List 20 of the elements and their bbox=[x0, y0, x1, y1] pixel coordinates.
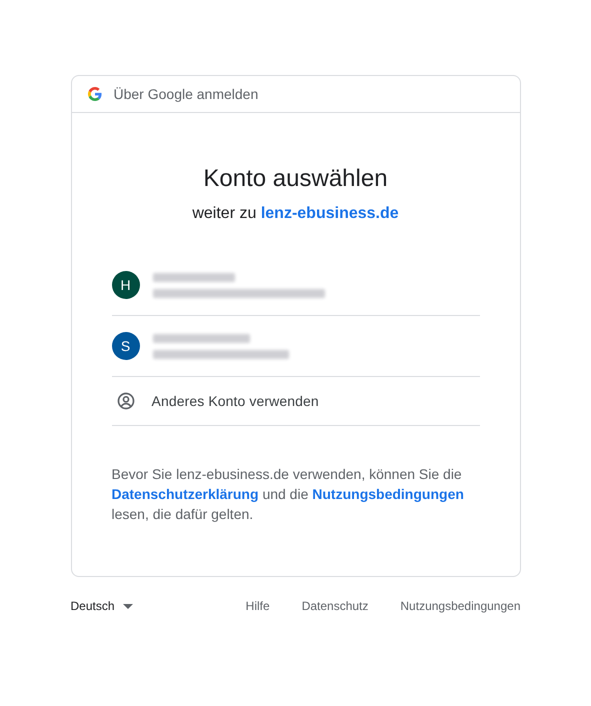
other-account-row[interactable]: Anderes Konto verwenden bbox=[112, 377, 480, 426]
account-row[interactable]: H bbox=[112, 255, 480, 316]
consent-text: Bevor Sie lenz-ebusiness.de verwenden, können Sie die Datenschutzerklärung und die Nutzungsbedingungen lesen, die dafür gelten. bbox=[112, 465, 465, 524]
terms-link[interactable]: Nutzungsbedingungen bbox=[312, 486, 464, 502]
header-title: Über Google anmelden bbox=[114, 86, 258, 102]
privacy-link[interactable]: Datenschutzerklärung bbox=[112, 486, 259, 502]
footer-link[interactable]: Hilfe bbox=[246, 599, 270, 613]
google-logo-icon bbox=[88, 87, 102, 101]
page-heading: Konto auswählen bbox=[202, 165, 389, 193]
caret-icon bbox=[122, 604, 133, 608]
account-avatar: H bbox=[112, 271, 140, 299]
site-link[interactable]: lenz-ebusiness.de bbox=[260, 205, 399, 222]
user-circle-icon bbox=[116, 391, 136, 411]
language-selector[interactable]: Deutsch bbox=[70, 599, 133, 613]
other-account-label: Anderes Konto verwenden bbox=[152, 393, 319, 409]
footer-link[interactable]: Nutzungsbedingungen bbox=[400, 599, 520, 613]
footer-link[interactable]: Datenschutz bbox=[302, 599, 368, 613]
subtitle-text: weiter zu bbox=[192, 205, 256, 222]
account-avatar: S bbox=[112, 332, 140, 360]
account-row[interactable]: S bbox=[112, 316, 480, 377]
